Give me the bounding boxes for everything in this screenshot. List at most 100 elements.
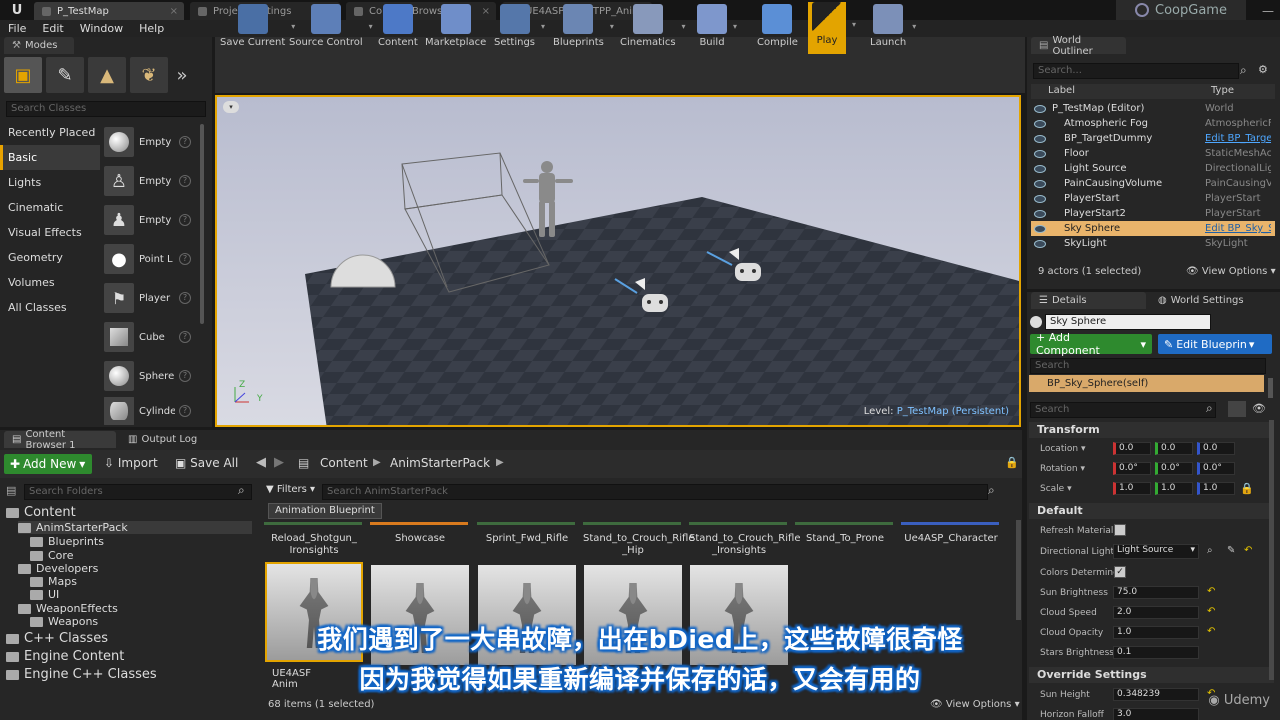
search-icon[interactable]: ⌕ [238, 483, 245, 498]
asset-name[interactable]: Showcase [370, 533, 470, 545]
minimize-icon[interactable]: — [1262, 4, 1274, 18]
rotation-y-field[interactable]: 0.0° [1155, 462, 1193, 475]
toolbar-build-button[interactable]: Build ▾ [697, 4, 737, 54]
edit-blueprint-link[interactable]: Edit BP_Targe [1205, 133, 1271, 144]
folder-tree-item[interactable]: Core [30, 549, 73, 562]
back-arrow-icon[interactable]: ◀ [256, 455, 266, 470]
toolbar-play-button[interactable]: Play ▾ [808, 2, 856, 54]
details-search-input[interactable]: Search [1030, 402, 1216, 418]
folder-tree-item[interactable]: UI [30, 588, 59, 601]
scale-y-field[interactable]: 1.0 [1155, 482, 1193, 495]
horizon-falloff-field[interactable]: 3.0 [1113, 708, 1199, 720]
toolbar-settings-button[interactable]: Settings ▾ [494, 4, 545, 54]
help-icon[interactable]: ? [179, 405, 191, 417]
place-mode-icon[interactable]: ▣ [4, 57, 42, 93]
foliage-mode-icon[interactable]: ❦ [130, 57, 168, 93]
transform-section[interactable]: Transform [1029, 422, 1274, 438]
category-cinematic[interactable]: Cinematic [0, 195, 100, 220]
outliner-row[interactable]: Floor StaticMeshAct [1031, 146, 1275, 161]
visibility-eye-icon[interactable] [1034, 209, 1046, 218]
category-basic[interactable]: Basic [0, 145, 100, 170]
forward-arrow-icon[interactable]: ▶ [274, 455, 284, 470]
search-icon[interactable]: ⌕ [988, 483, 995, 498]
location-label[interactable]: Location ▾ [1040, 444, 1085, 454]
category-recently-placed[interactable]: Recently Placed [0, 120, 100, 145]
rotation-z-field[interactable]: 0.0° [1197, 462, 1235, 475]
category-volumes[interactable]: Volumes [0, 270, 100, 295]
folder-tree-item[interactable]: Blueprints [30, 535, 104, 548]
asset-name[interactable]: Ue4ASP_Character [901, 533, 1001, 545]
chevron-down-icon[interactable]: ▾ [369, 22, 373, 31]
landscape-mode-icon[interactable]: ▲ [88, 57, 126, 93]
outliner-row[interactable]: P_TestMap (Editor) World [1031, 101, 1275, 116]
place-item-cylinder[interactable]: Cylinde? [104, 397, 200, 425]
place-item-cube[interactable]: Cube? [104, 319, 200, 355]
components-scrollbar[interactable] [1268, 378, 1273, 398]
visibility-eye-icon[interactable] [1034, 239, 1046, 248]
world-settings-tab[interactable]: ◍ World Settings [1150, 292, 1272, 309]
chevron-down-icon[interactable]: ▾ [852, 20, 856, 29]
place-item-sphere[interactable]: Sphere? [104, 358, 200, 394]
outliner-view-options[interactable]: 👁 View Options ▾ [1186, 266, 1276, 277]
outliner-row[interactable]: BP_TargetDummy Edit BP_Targe [1031, 131, 1275, 146]
search-assets-input[interactable]: Search AnimStarterPack [322, 484, 988, 500]
sources-toggle-icon[interactable]: ▤ [6, 484, 16, 497]
visibility-eye-icon[interactable] [1034, 179, 1046, 188]
breadcrumb-separator-icon[interactable]: ▶ [496, 457, 504, 468]
help-icon[interactable]: ? [179, 331, 191, 343]
category-lights[interactable]: Lights [0, 170, 100, 195]
location-x-field[interactable]: 0.0 [1113, 442, 1151, 455]
toolbar-compile-button[interactable]: Compile [757, 4, 798, 54]
scale-label[interactable]: Scale ▾ [1040, 484, 1072, 494]
eye-icon[interactable]: 👁 [1252, 402, 1266, 415]
details-tab[interactable]: ☰ Details [1031, 292, 1146, 309]
add-component-button[interactable]: + Add Component ▾ [1030, 331, 1152, 357]
breadcrumb-separator-icon[interactable]: ▶ [373, 457, 381, 468]
refresh-material-checkbox[interactable] [1114, 524, 1126, 536]
help-icon[interactable]: ? [179, 136, 191, 148]
chevron-down-icon[interactable]: ▾ [682, 22, 686, 31]
browse-icon[interactable]: ⌕ [1207, 545, 1213, 556]
reset-to-default-icon[interactable]: ↶ [1207, 586, 1215, 597]
category-visual-effects[interactable]: Visual Effects [0, 220, 100, 245]
actor-name-field[interactable]: Sky Sphere [1045, 314, 1211, 330]
place-item-empty-pawn[interactable]: ♟ Empty? [104, 202, 200, 238]
toolbar-content-button[interactable]: Content [378, 4, 418, 54]
chevron-down-icon[interactable]: ▾ [912, 22, 916, 31]
visibility-eye-icon[interactable] [1034, 224, 1046, 233]
asset-name[interactable]: Stand_to_Crouch_Rifle _Hip [583, 533, 694, 557]
lock-icon[interactable]: 🔒 [1240, 482, 1254, 495]
folder-tree-item[interactable]: WeaponEffects [18, 602, 118, 615]
scale-x-field[interactable]: 1.0 [1113, 482, 1151, 495]
sun-brightness-field[interactable]: 75.0 [1113, 586, 1199, 599]
search-classes-input[interactable]: Search Classes [6, 101, 206, 117]
components-search-input[interactable]: Search [1030, 358, 1266, 374]
help-icon[interactable]: ? [179, 253, 191, 265]
toolbar-marketplace-button[interactable]: Marketplace [425, 4, 486, 54]
toolbar-launch-button[interactable]: Launch ▾ [870, 4, 916, 54]
modes-scrollbar[interactable] [200, 124, 204, 324]
output-log-tab[interactable]: ▥ Output Log [120, 431, 230, 448]
visibility-eye-icon[interactable] [1034, 194, 1046, 203]
settings-gear-icon[interactable]: ⚙ [1258, 63, 1268, 76]
outliner-row[interactable]: PlayerStart2 PlayerStart [1031, 206, 1275, 221]
content-view-options[interactable]: 👁 View Options ▾ [930, 699, 1020, 710]
place-item-empty-actor[interactable]: Empty? [104, 124, 200, 160]
menu-edit[interactable]: Edit [42, 22, 63, 35]
menu-window[interactable]: Window [80, 22, 123, 35]
lock-icon[interactable]: 🔒 [1005, 456, 1019, 469]
reset-to-default-icon[interactable]: ↶ [1207, 606, 1215, 617]
outliner-row[interactable]: Light Source DirectionalLigh [1031, 161, 1275, 176]
rotation-x-field[interactable]: 0.0° [1113, 462, 1151, 475]
chevron-down-icon[interactable]: ▾ [733, 22, 737, 31]
place-item-point-light[interactable]: ● Point L? [104, 241, 200, 277]
category-geometry[interactable]: Geometry [0, 245, 100, 270]
location-z-field[interactable]: 0.0 [1197, 442, 1235, 455]
search-folders-input[interactable]: Search Folders [24, 484, 252, 500]
component-self-row[interactable]: BP_Sky_Sphere(self) [1029, 375, 1264, 392]
import-button[interactable]: ⇩ Import [104, 456, 158, 470]
help-icon[interactable]: ? [179, 370, 191, 382]
property-matrix-icon[interactable] [1228, 401, 1246, 417]
path-folder-icon[interactable]: ▤ [298, 456, 309, 470]
toolbar-save-current-button[interactable]: Save Current ▾ [220, 4, 295, 54]
